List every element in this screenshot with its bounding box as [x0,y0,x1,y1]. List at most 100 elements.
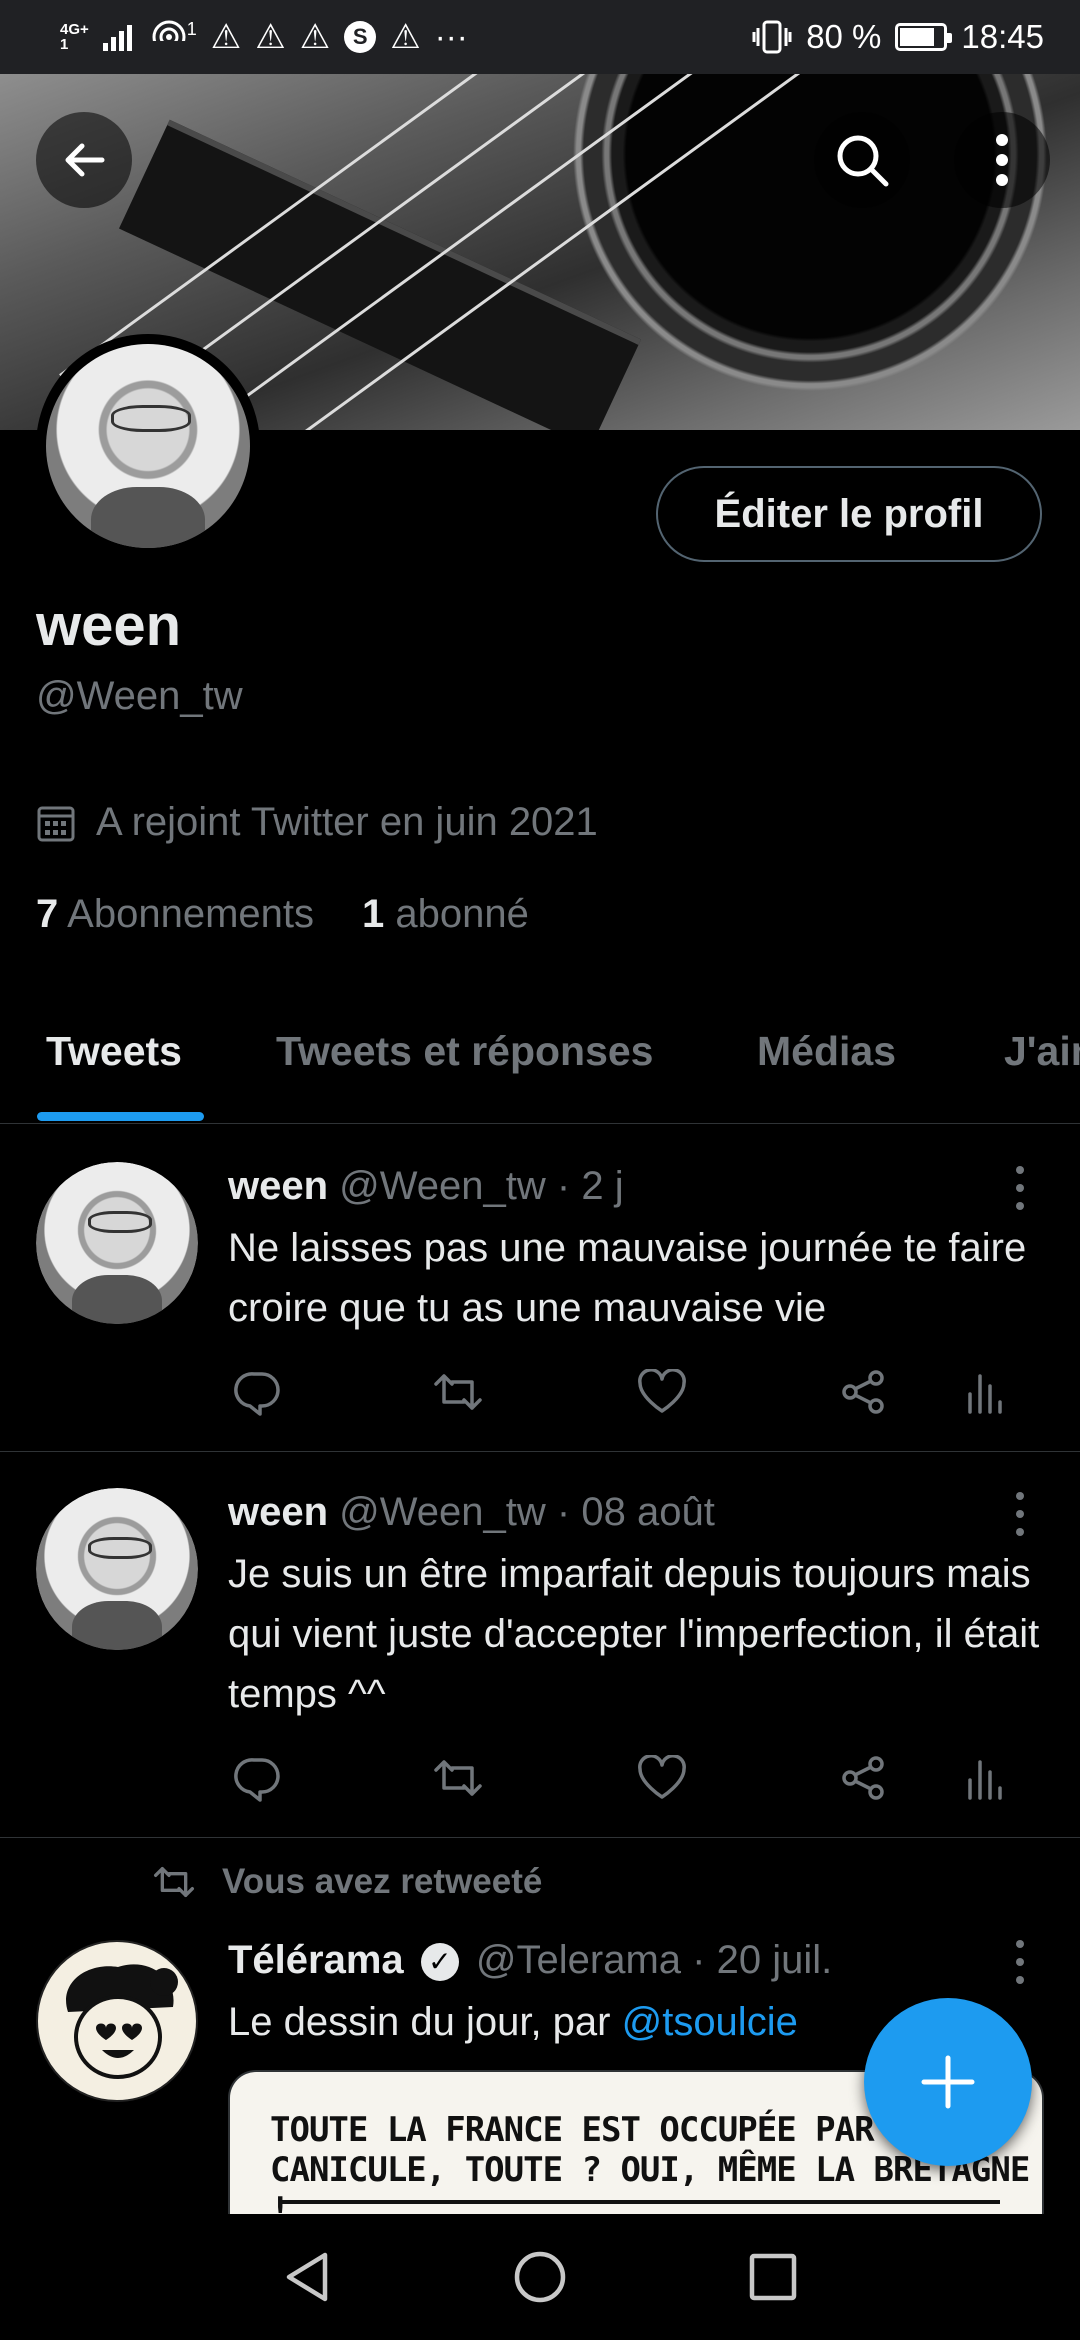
telerama-avatar-illustration [66,1964,178,2079]
tweet-header: ween @Ween_tw · 2 j [228,1164,624,1209]
media-drawing-line [280,2200,1000,2204]
network-sub: 1 [60,36,69,53]
nav-back-button[interactable] [267,2237,347,2317]
joined-date: A rejoint Twitter en juin 2021 [36,800,598,845]
tweet-more-button[interactable] [1010,1166,1030,1210]
compose-tweet-button[interactable] [864,1998,1032,2166]
tweet-author-name[interactable]: ween [228,1490,328,1534]
tweet-separator: · [556,1164,571,1208]
retweet-icon [154,1867,194,1897]
avatar-photo [36,1488,198,1650]
arrow-left-icon [65,143,105,177]
more-button[interactable] [954,112,1050,208]
back-button[interactable] [36,112,132,208]
tweet-time[interactable]: 20 juil. [717,1938,833,1982]
plus-icon [921,2055,975,2109]
warning-icon: ⚠ [210,18,242,56]
tweet-author-name[interactable]: ween [228,1164,328,1208]
hotspot-icon: 1 [150,19,197,55]
analytics-button[interactable] [954,1362,1014,1422]
tweet-time[interactable]: 08 août [581,1490,714,1534]
following-link[interactable]: 7 Abonnements [36,892,314,937]
tweet-text: Je suis un être imparfait depuis toujour… [228,1552,1040,1716]
edit-profile-button[interactable]: Éditer le profil [656,466,1042,562]
tab-likes[interactable]: J'aime [1004,1028,1080,1075]
analytics-icon [968,1374,1002,1414]
network-indicator: 4G+ 1 [60,22,89,52]
tweet-separator: · [692,1938,706,1982]
following-label: Abonnements [67,892,314,936]
share-button[interactable] [834,1748,894,1808]
followers-link[interactable]: 1 abonné [362,892,529,937]
share-button[interactable] [834,1362,894,1422]
more-vertical-icon [996,134,1008,186]
share-icon [842,1756,884,1800]
retweet-icon [434,1760,482,1796]
verified-badge-icon: ✓ [420,1943,459,1982]
tweet-time[interactable]: 2 j [581,1164,623,1208]
heart-icon [638,1369,686,1413]
s-app-icon: S [344,21,377,53]
vibrate-icon [752,20,792,54]
hotspot-count: 1 [186,19,197,39]
follow-stats: 7 Abonnements 1 abonné [36,892,529,937]
twitter-profile-screen: 4G+ 1 1 ⚠ ⚠ ⚠ S ⚠ ··· 80 % 18:45 Éditer … [0,0,1080,2340]
nav-home-button[interactable] [500,2237,580,2317]
reply-button[interactable] [228,1362,288,1422]
warning-icon: ⚠ [255,18,286,56]
following-count: 7 [36,892,59,936]
tweet-more-button[interactable] [1010,1940,1030,1984]
signal-icon [102,25,132,51]
share-icon [842,1370,884,1414]
like-button[interactable] [632,1748,692,1808]
tweet[interactable]: ween @Ween_tw · 08 août Je suis un être … [0,1452,1080,1838]
retweet-context: Vous avez retweeté [150,1862,542,1902]
tweet-text-prefix: Le dessin du jour, par [228,2000,622,2044]
tweet-actions [228,1748,1028,1808]
followers-label: abonné [395,892,529,936]
reply-icon [234,1372,280,1416]
tweet-avatar[interactable] [36,1940,198,2102]
active-tab-indicator [37,1112,204,1121]
search-button[interactable] [814,112,910,208]
like-button[interactable] [632,1362,692,1422]
warning-icon: ⚠ [299,18,331,56]
nav-recents-button[interactable] [733,2237,813,2317]
avatar-photo [46,344,250,548]
retweet-button[interactable] [428,1748,488,1808]
battery-icon [895,23,953,51]
retweet-button[interactable] [428,1362,488,1422]
tweet-author-handle[interactable]: @Ween_tw [339,1164,546,1208]
tweet-avatar[interactable] [36,1162,198,1324]
triangle-back-icon [286,2252,327,2302]
status-bar-left: 4G+ 1 1 ⚠ ⚠ ⚠ S ⚠ ··· [60,17,468,57]
tweet[interactable]: ween @Ween_tw · 2 j Ne laisses pas une m… [0,1124,1080,1452]
warning-icon: ⚠ [390,18,421,56]
retweet-icon [434,1374,482,1410]
battery-fill [900,28,934,46]
retweet-context-label: Vous avez retweeté [222,1862,543,1901]
tab-media[interactable]: Médias [757,1028,896,1075]
profile-name: ween [36,593,182,658]
tweet-actions [228,1362,1028,1422]
profile-handle: @Ween_tw [36,674,243,718]
square-recents-icon [750,2253,797,2301]
status-bar-right: 80 % 18:45 [752,18,1044,56]
analytics-button[interactable] [954,1748,1014,1808]
tab-tweets-and-replies[interactable]: Tweets et réponses [276,1028,654,1075]
tweet-avatar[interactable] [36,1488,198,1650]
tweet-author-name[interactable]: Télérama [228,1938,404,1982]
tab-tweets[interactable]: Tweets [46,1028,182,1075]
reply-button[interactable] [228,1748,288,1808]
tweet-more-button[interactable] [1010,1492,1030,1536]
reply-icon [234,1758,280,1802]
tweet-separator: · [556,1490,571,1534]
tweet-author-handle[interactable]: @Telerama [476,1938,681,1982]
avatar-photo [36,1162,198,1324]
mention-link[interactable]: @tsoulcie [622,2000,798,2044]
tweet-header: Télérama ✓ @Telerama · 20 juil. [228,1938,832,1983]
tweet-author-handle[interactable]: @Ween_tw [339,1490,546,1534]
profile-tabs: Tweets Tweets et réponses Médias J'aime [0,1018,1080,1124]
status-bar: 4G+ 1 1 ⚠ ⚠ ⚠ S ⚠ ··· 80 % 18:45 [0,0,1080,74]
profile-avatar[interactable] [36,334,260,558]
